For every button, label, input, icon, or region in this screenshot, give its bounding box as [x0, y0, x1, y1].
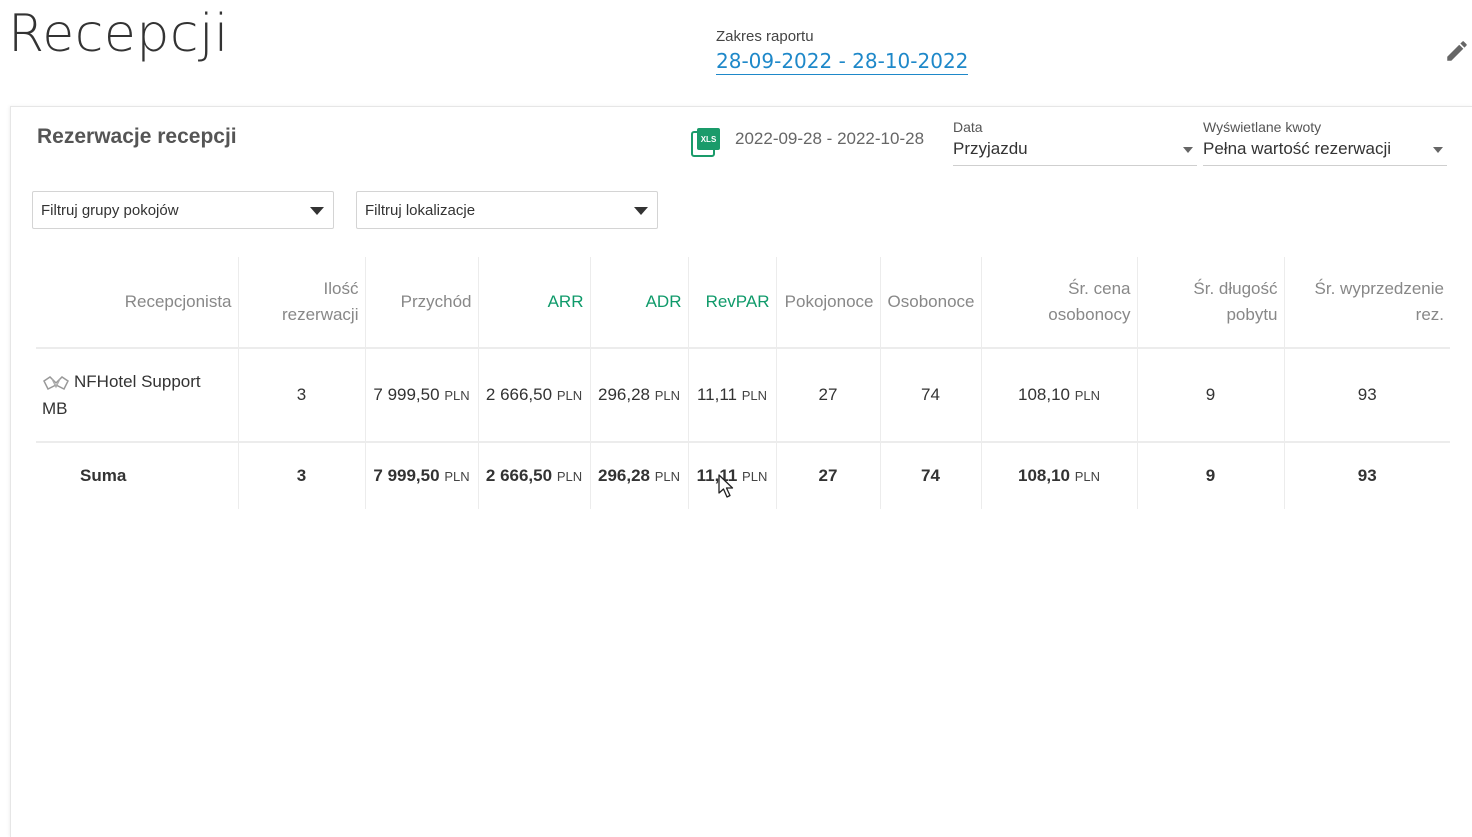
pencil-icon[interactable]	[1444, 38, 1470, 64]
sum-adr: 296,28 PLN	[589, 441, 688, 509]
receptionist-cell: NFHotel Support MB	[36, 347, 238, 442]
header-revenue[interactable]: Przychód	[364, 257, 478, 348]
cell-adr: 296,28 PLN	[589, 347, 688, 442]
caret-down-icon	[310, 207, 324, 215]
header-arr[interactable]: ARR	[477, 257, 590, 348]
locations-filter[interactable]: Filtruj lokalizacje	[356, 191, 658, 229]
sum-reservations: 3	[237, 441, 365, 509]
sum-label: Suma	[36, 441, 238, 509]
header-reservations[interactable]: Ilość rezerwacji	[237, 257, 365, 348]
amount-select-value: Pełna wartość rezerwacji	[1203, 139, 1392, 158]
caret-down-icon	[1433, 147, 1443, 153]
report-range-link[interactable]: 28-09-2022 - 28-10-2022	[716, 49, 969, 75]
reservations-table: Recepcjonista Ilość rezerwacji Przychód A…	[36, 257, 1450, 509]
mouse-cursor-icon	[718, 474, 734, 498]
sum-arr: 2 666,50 PLN	[477, 441, 590, 509]
xls-export-icon[interactable]: XLS	[691, 127, 721, 157]
xls-icon-text: XLS	[701, 135, 717, 144]
sum-avg-price: 108,10 PLN	[980, 441, 1137, 509]
cell-revenue: 7 999,50 PLN	[364, 347, 478, 442]
locations-filter-label: Filtruj lokalizacje	[365, 202, 476, 219]
header-avg-lead[interactable]: Śr. wyprzedzenie rez.	[1283, 257, 1450, 348]
header-revpar[interactable]: RevPAR	[687, 257, 776, 348]
cell-arr: 2 666,50 PLN	[477, 347, 590, 442]
amount-select[interactable]: Wyświetlane kwoty Pełna wartość rezerwac…	[1203, 119, 1447, 166]
room-groups-filter[interactable]: Filtruj grupy pokojów	[32, 191, 334, 229]
amount-select-label: Wyświetlane kwoty	[1203, 119, 1322, 135]
receptionist-name-line2: MB	[42, 399, 68, 418]
sum-room-nights: 27	[775, 441, 880, 509]
caret-down-icon	[1183, 147, 1193, 153]
header-room-nights[interactable]: Pokojonoce	[775, 257, 880, 348]
table-sum-row: Suma 3 7 999,50 PLN 2 666,50 PLN 296,28 …	[36, 441, 1450, 509]
header-avg-stay[interactable]: Śr. długość pobytu	[1136, 257, 1284, 348]
header-avg-price[interactable]: Śr. cena osobonocy	[980, 257, 1137, 348]
date-select-field[interactable]: Przyjazdu	[953, 139, 1197, 166]
reception-reservations-card: Rezerwacje recepcji XLS 2022-09-28 - 202…	[10, 106, 1472, 837]
room-groups-filter-label: Filtruj grupy pokojów	[41, 202, 179, 219]
report-range: Zakres raportu 28-09-2022 - 28-10-2022	[716, 28, 969, 75]
header-adr[interactable]: ADR	[589, 257, 688, 348]
report-range-label: Zakres raportu	[716, 28, 814, 45]
user-avatar-icon	[43, 375, 69, 390]
card-date-range: 2022-09-28 - 2022-10-28	[735, 129, 925, 148]
cell-avg-price: 108,10 PLN	[980, 347, 1137, 442]
cell-reservations: 3	[237, 347, 365, 442]
cell-room-nights: 27	[775, 347, 880, 442]
sum-avg-lead: 93	[1283, 441, 1450, 509]
amount-select-field[interactable]: Pełna wartość rezerwacji	[1203, 139, 1447, 166]
header-receptionist[interactable]: Recepcjonista	[36, 257, 238, 348]
page-title: Recepcji	[8, 4, 229, 64]
table-header-row: Recepcjonista Ilość rezerwacji Przychód A…	[36, 257, 1450, 348]
cell-avg-lead: 93	[1283, 347, 1450, 442]
date-select-value: Przyjazdu	[953, 139, 1028, 158]
cell-revpar: 11,11 PLN	[687, 347, 776, 442]
date-select-label: Data	[953, 119, 983, 135]
date-select[interactable]: Data Przyjazdu	[953, 119, 1197, 166]
table-row: NFHotel Support MB 3 7 999,50 PLN 2 666,5…	[36, 347, 1450, 442]
receptionist-name: NFHotel Support	[74, 372, 201, 391]
header-person-nights[interactable]: Osobonoce	[879, 257, 981, 348]
caret-down-icon	[634, 207, 648, 215]
sum-avg-stay: 9	[1136, 441, 1284, 509]
cell-avg-stay: 9	[1136, 347, 1284, 442]
sum-revenue: 7 999,50 PLN	[364, 441, 478, 509]
sum-person-nights: 74	[879, 441, 981, 509]
cell-person-nights: 74	[879, 347, 981, 442]
card-title: Rezerwacje recepcji	[37, 125, 237, 148]
